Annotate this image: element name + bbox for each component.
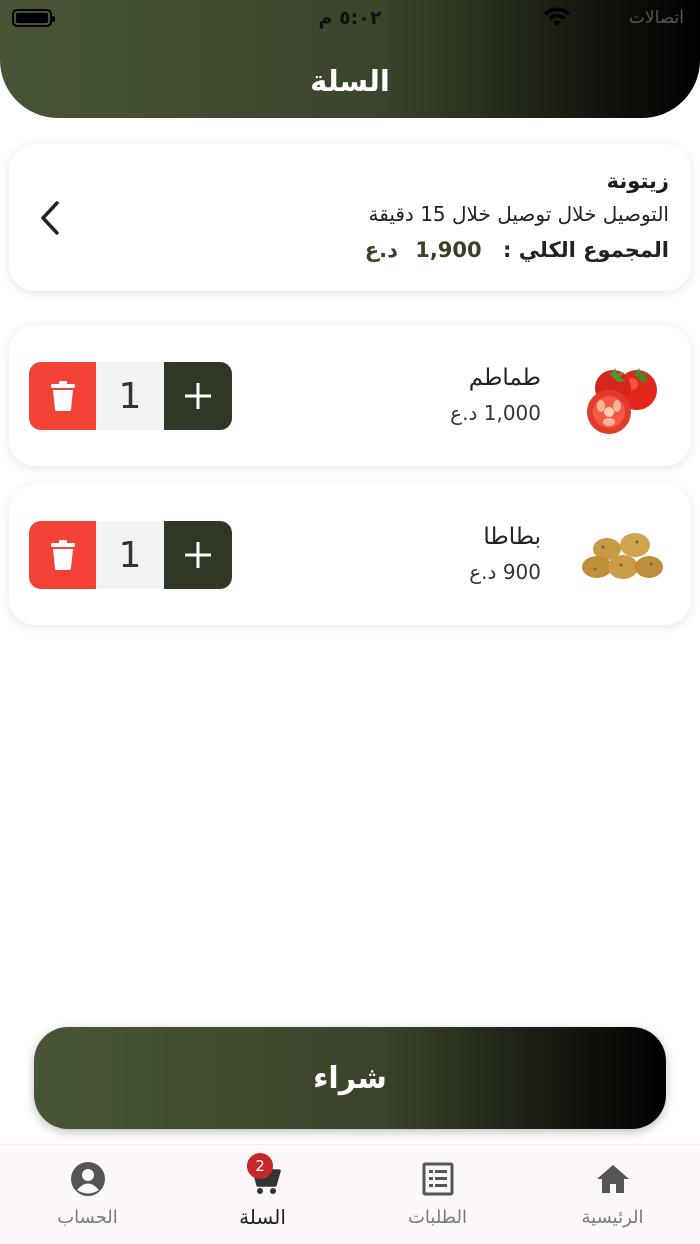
trash-icon (50, 540, 75, 570)
status-time: ٥:٠٢ م (318, 7, 382, 29)
cart-count-badge: 2 (247, 1153, 273, 1179)
plus-icon (185, 542, 211, 568)
tab-account-label: الحساب (57, 1207, 118, 1228)
page-title: السلة (310, 64, 390, 98)
buy-button-label: شراء (313, 1060, 387, 1096)
cart-item: طماطم 1,000 د.ع 1 (9, 325, 691, 466)
item-price: 900 د.ع (469, 560, 541, 584)
orders-icon (422, 1162, 453, 1196)
account-icon (70, 1162, 105, 1196)
app-header: ٥:٠٢ م اتصالات السلة (0, 0, 700, 118)
increase-quantity-button[interactable] (164, 362, 232, 430)
total-separator: : (502, 238, 512, 262)
delete-item-button[interactable] (29, 521, 96, 589)
quantity-value: 1 (96, 362, 164, 430)
item-name: طماطم (468, 365, 541, 391)
trash-icon (50, 381, 75, 411)
tab-account[interactable]: الحساب (0, 1145, 175, 1244)
potato-image (582, 533, 663, 579)
buy-button[interactable]: شراء (34, 1027, 666, 1129)
quantity-stepper: 1 (29, 521, 232, 589)
tab-orders[interactable]: الطلبات (350, 1145, 525, 1244)
carrier-name: اتصالات (628, 8, 684, 28)
delete-item-button[interactable] (29, 362, 96, 430)
quantity-stepper: 1 (29, 362, 232, 430)
delivery-time: التوصيل خلال توصيل خلال 15 دقيقة (368, 202, 670, 226)
wifi-icon (544, 7, 570, 26)
tab-cart-label: السلة (239, 1205, 286, 1229)
home-icon (596, 1165, 629, 1193)
tomato-image (587, 368, 657, 434)
chevron-left-icon[interactable] (37, 198, 65, 238)
tab-orders-label: الطلبات (407, 1207, 468, 1228)
total-amount: 1,900 (415, 238, 482, 262)
store-summary-card[interactable]: زيتونة التوصيل خلال توصيل خلال 15 دقيقة … (9, 144, 691, 291)
total-label: المجموع الكلي (518, 238, 669, 262)
item-name: بطاطا (483, 524, 541, 550)
tab-cart[interactable]: 2 السلة (175, 1145, 350, 1244)
item-price: 1,000 د.ع (450, 401, 541, 425)
plus-icon (185, 383, 211, 409)
quantity-value: 1 (96, 521, 164, 589)
store-name: زيتونة (606, 169, 669, 193)
bottom-tab-bar: الرئيسية الطلبات 2 السلة الحساب (0, 1144, 700, 1244)
tab-home-label: الرئيسية (581, 1207, 644, 1228)
tab-home[interactable]: الرئيسية (525, 1145, 700, 1244)
cart-item: بطاطا 900 د.ع 1 (9, 484, 691, 625)
status-bar: ٥:٠٢ م اتصالات (0, 0, 700, 36)
increase-quantity-button[interactable] (164, 521, 232, 589)
order-total: المجموع الكلي : 1,900 د.ع (365, 238, 669, 262)
total-currency: د.ع (364, 238, 398, 262)
